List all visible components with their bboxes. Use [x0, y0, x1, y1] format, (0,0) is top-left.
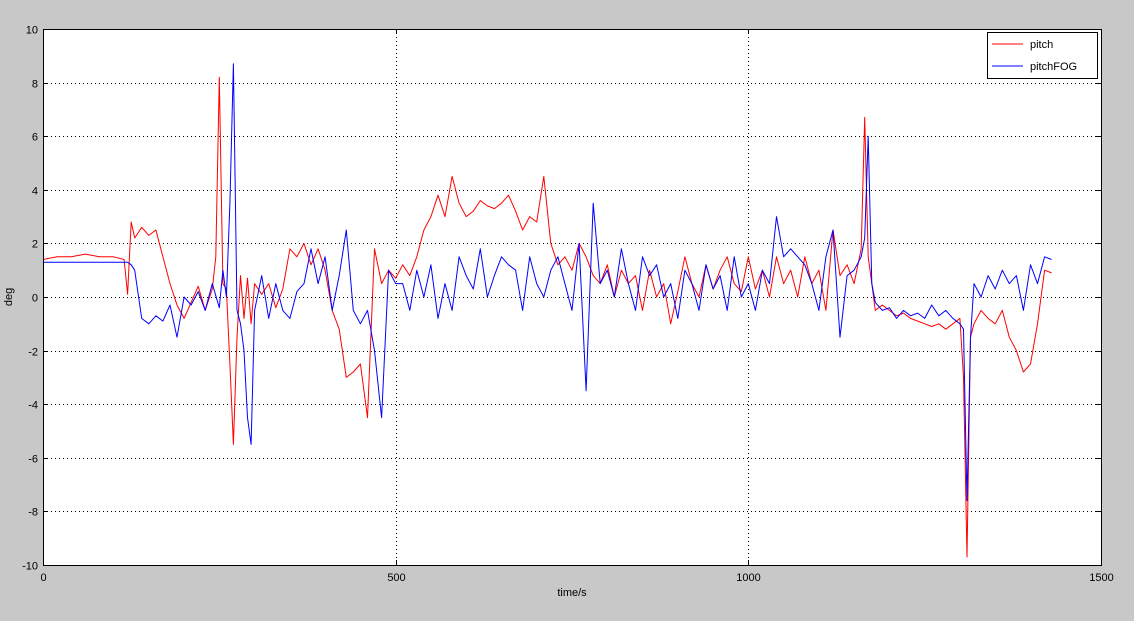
- x-tick-label: 1500: [1089, 572, 1113, 584]
- x-tick-label: 500: [387, 572, 405, 584]
- legend: pitch pitchFOG: [987, 32, 1098, 79]
- y-tick-label: 10: [26, 25, 38, 37]
- legend-label-pitch: pitch: [1030, 39, 1053, 51]
- x-axis-label: time/s: [557, 587, 587, 599]
- y-tick-label: -8: [28, 507, 38, 519]
- y-tick-label: -6: [28, 454, 38, 466]
- y-tick-label: 4: [32, 186, 38, 198]
- y-tick-label: 2: [32, 239, 38, 251]
- y-tick-label: -4: [28, 400, 38, 412]
- x-tick-label: 1000: [736, 572, 760, 584]
- x-tick-label: 0: [40, 572, 46, 584]
- y-tick-label: -10: [22, 561, 38, 573]
- y-tick-label: -2: [28, 347, 38, 359]
- y-tick-label: 8: [32, 79, 38, 91]
- legend-label-pitchFOG: pitchFOG: [1030, 61, 1077, 73]
- figure: 0 500 1000 1500 -10 -8 -6 -4 -2 0 2 4 6 8 10 time/s de…: [0, 0, 1134, 621]
- y-tick-label: 0: [32, 293, 38, 305]
- y-tick-label: 6: [32, 132, 38, 144]
- plot-axes: 0 500 1000 1500 -10 -8 -6 -4 -2 0 2 4 6 8 10: [22, 25, 1114, 585]
- y-axis-label: deg: [3, 288, 15, 306]
